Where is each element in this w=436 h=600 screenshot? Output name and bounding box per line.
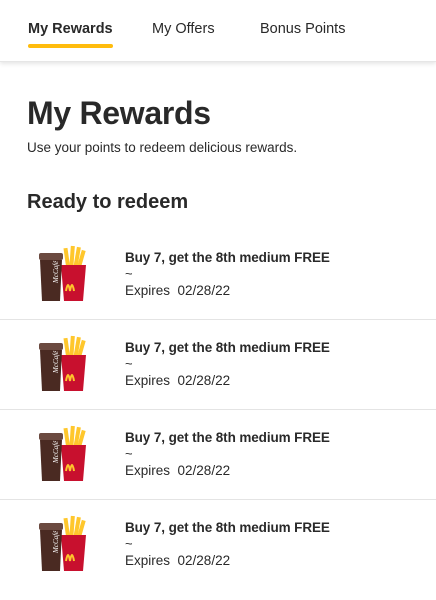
page-subtitle: Use your points to redeem delicious rewa… bbox=[27, 140, 298, 155]
expires-label: Expires bbox=[125, 553, 171, 568]
expires-date: 02/28/22 bbox=[177, 373, 231, 388]
reward-text: Buy 7, get the 8th medium FREE ~ Expires… bbox=[125, 250, 330, 298]
reward-title: Buy 7, get the 8th medium FREE bbox=[125, 520, 330, 535]
tab-bar: My Rewards My Offers Bonus Points bbox=[0, 0, 436, 62]
expires-label: Expires bbox=[125, 373, 171, 388]
mccafe-cup-and-fries-icon: McCafé bbox=[39, 425, 86, 481]
mccafe-cup-and-fries-icon: McCafé bbox=[39, 245, 86, 301]
reward-title: Buy 7, get the 8th medium FREE bbox=[125, 340, 330, 355]
tab-label: My Rewards bbox=[28, 21, 113, 37]
reward-expiry: Expires 02/28/22 bbox=[125, 373, 330, 388]
tab-bonus-points[interactable]: Bonus Points bbox=[260, 21, 345, 37]
expires-date: 02/28/22 bbox=[177, 463, 231, 478]
tab-my-offers[interactable]: My Offers bbox=[152, 21, 215, 37]
reward-separator: ~ bbox=[125, 356, 133, 371]
mccafe-cup-and-fries-icon: McCafé bbox=[39, 335, 86, 391]
active-tab-indicator bbox=[28, 44, 113, 48]
cup-lettering: McCafé bbox=[52, 350, 60, 374]
reward-item[interactable]: McCafé Buy 7, get the 8th medium FREE ~ … bbox=[0, 320, 436, 410]
reward-item[interactable]: McCafé Buy 7, get the 8th medium FREE ~ … bbox=[0, 410, 436, 500]
reward-separator: ~ bbox=[125, 446, 133, 461]
cup-lettering: McCafé bbox=[52, 530, 60, 554]
expires-label: Expires bbox=[125, 463, 171, 478]
expires-label: Expires bbox=[125, 283, 171, 298]
cup-lettering: McCafé bbox=[52, 260, 60, 284]
page-title: My Rewards bbox=[27, 95, 211, 131]
reward-text: Buy 7, get the 8th medium FREE ~ Expires… bbox=[125, 340, 330, 388]
reward-text: Buy 7, get the 8th medium FREE ~ Expires… bbox=[125, 520, 330, 568]
cup-lettering: McCafé bbox=[52, 440, 60, 464]
tab-my-rewards[interactable]: My Rewards bbox=[28, 21, 113, 48]
reward-separator: ~ bbox=[125, 536, 133, 551]
expires-date: 02/28/22 bbox=[177, 283, 231, 298]
reward-separator: ~ bbox=[125, 266, 133, 281]
reward-expiry: Expires 02/28/22 bbox=[125, 553, 330, 568]
reward-expiry: Expires 02/28/22 bbox=[125, 463, 330, 478]
reward-title: Buy 7, get the 8th medium FREE bbox=[125, 250, 330, 265]
mccafe-cup-and-fries-icon: McCafé bbox=[39, 515, 86, 571]
reward-item[interactable]: McCafé Buy 7, get the 8th medium FREE ~ … bbox=[0, 500, 436, 590]
expires-date: 02/28/22 bbox=[177, 553, 231, 568]
section-heading: Ready to redeem bbox=[27, 191, 189, 213]
reward-expiry: Expires 02/28/22 bbox=[125, 283, 330, 298]
reward-text: Buy 7, get the 8th medium FREE ~ Expires… bbox=[125, 430, 330, 478]
tab-label: Bonus Points bbox=[260, 21, 346, 37]
reward-title: Buy 7, get the 8th medium FREE bbox=[125, 430, 330, 445]
tab-label: My Offers bbox=[152, 21, 215, 37]
reward-list: McCafé Buy 7, get the 8th medium FREE ~ … bbox=[0, 230, 436, 590]
reward-item[interactable]: McCafé Buy 7, get the 8th medium FREE ~ … bbox=[0, 230, 436, 320]
